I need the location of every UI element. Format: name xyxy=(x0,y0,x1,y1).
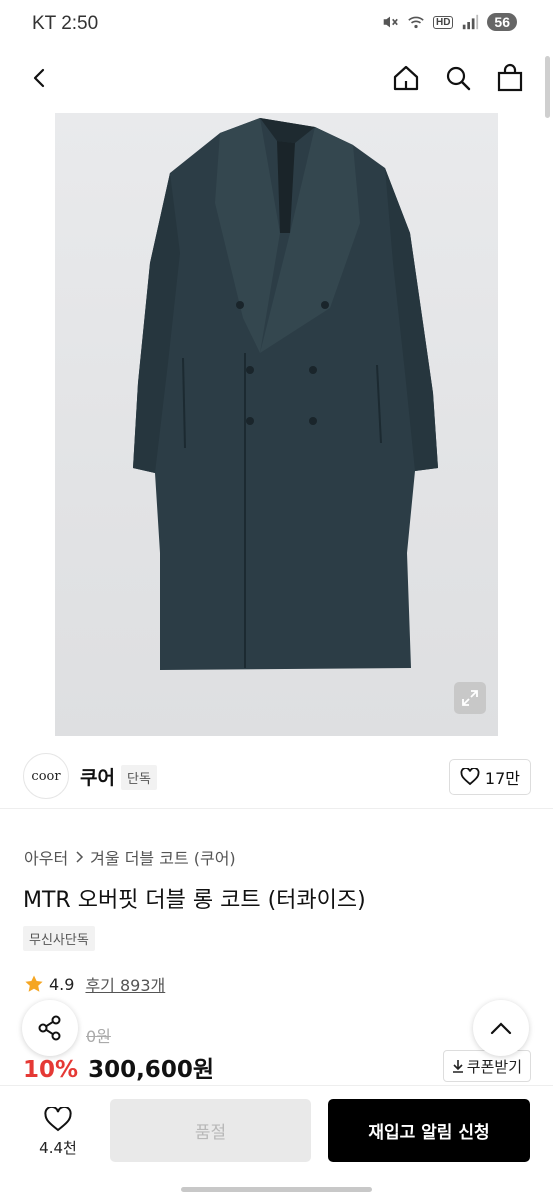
back-icon xyxy=(33,68,45,88)
chevron-up-icon xyxy=(490,1022,512,1035)
expand-icon xyxy=(462,690,478,706)
rating-row: 4.9 후기 893개 xyxy=(24,972,165,996)
scroll-indicator xyxy=(545,56,550,118)
wishlist-count: 4.4천 xyxy=(39,1138,77,1157)
breadcrumb-item[interactable]: 아우터 xyxy=(24,845,68,869)
cart-button[interactable] xyxy=(492,60,528,96)
status-time: KT 2:50 xyxy=(32,13,99,34)
breadcrumb: 아우터 겨울 더블 코트 (쿠어) xyxy=(24,845,236,869)
top-navigation xyxy=(0,50,553,110)
restock-alert-button[interactable]: 재입고 알림 신청 xyxy=(328,1099,530,1162)
chevron-right-icon xyxy=(76,851,84,863)
mute-icon xyxy=(383,16,398,28)
shopping-bag-icon xyxy=(497,63,523,92)
signal-icon xyxy=(463,14,479,30)
search-button[interactable] xyxy=(440,60,476,96)
coupon-download-button[interactable]: 쿠폰받기 xyxy=(442,1050,531,1082)
search-icon xyxy=(446,66,471,91)
sale-price: 300,600원 xyxy=(88,1057,214,1083)
home-icon xyxy=(393,65,419,91)
home-indicator xyxy=(181,1187,372,1192)
wishlist-button[interactable]: 4.4천 xyxy=(22,1100,94,1164)
heart-icon xyxy=(460,768,480,786)
share-button[interactable] xyxy=(22,1000,78,1056)
status-icons: HD 56 xyxy=(381,13,517,31)
brand-row: coor 쿠어 단독 17만 xyxy=(0,745,553,809)
brand-like-count: 17만 xyxy=(484,769,520,788)
discount-rate: 10% xyxy=(23,1057,79,1083)
share-icon xyxy=(38,1015,61,1041)
bottom-action-bar: 4.4천 품절 재입고 알림 신청 xyxy=(0,1085,553,1200)
download-icon xyxy=(452,1060,463,1073)
heart-icon xyxy=(44,1106,72,1131)
hd-icon: HD xyxy=(432,15,454,29)
breadcrumb-item[interactable]: 겨울 더블 코트 (쿠어) xyxy=(90,845,236,869)
back-button[interactable] xyxy=(22,60,58,96)
review-count-link[interactable]: 후기 893개 xyxy=(85,972,165,996)
musinsa-exclusive-tag: 무신사단독 xyxy=(23,926,95,951)
battery-indicator: 56 xyxy=(487,13,517,31)
wifi-icon xyxy=(408,16,424,29)
brand-logo[interactable]: coor xyxy=(23,753,69,799)
brand-exclusive-tag: 단독 xyxy=(121,765,157,790)
brand-like-button[interactable]: 17만 xyxy=(448,759,531,795)
product-image[interactable] xyxy=(55,113,498,736)
soldout-button: 품절 xyxy=(110,1099,311,1162)
coupon-label: 쿠폰받기 xyxy=(466,1057,522,1076)
home-button[interactable] xyxy=(388,60,424,96)
brand-name[interactable]: 쿠어 xyxy=(80,763,115,790)
star-icon xyxy=(25,975,43,992)
scroll-to-top-button[interactable] xyxy=(473,1000,529,1056)
status-bar: KT 2:50 HD 56 xyxy=(0,0,553,50)
rating-value: 4.9 xyxy=(49,974,75,994)
product-title: MTR 오버핏 더블 롱 코트 (터콰이즈) xyxy=(23,888,366,913)
expand-image-button[interactable] xyxy=(454,682,486,714)
original-price: 0원 xyxy=(86,1027,111,1046)
coat-illustration xyxy=(133,118,438,670)
